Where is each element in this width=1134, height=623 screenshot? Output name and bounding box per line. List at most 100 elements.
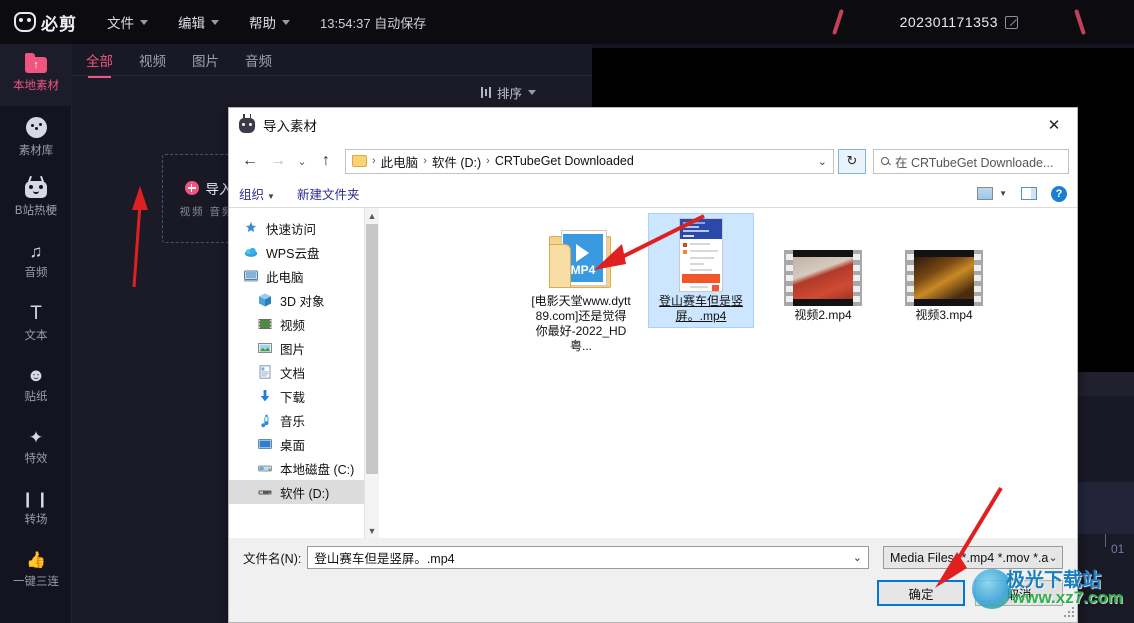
tree-item-documents[interactable]: 文档	[229, 360, 379, 384]
sidebar-item-local-media[interactable]: 本地素材	[0, 44, 72, 106]
file-thumbnail	[649, 214, 753, 292]
sidebar-item-text[interactable]: T 文本	[0, 292, 72, 354]
chevron-down-icon[interactable]: ⌄	[853, 551, 862, 564]
file-item[interactable]: 视频2.mp4	[771, 228, 875, 326]
new-folder-button[interactable]: 新建文件夹	[297, 184, 360, 203]
menu-file[interactable]: 文件	[107, 12, 148, 32]
menu-edit[interactable]: 编辑	[178, 12, 219, 32]
chevron-down-icon[interactable]: ⌄	[818, 155, 827, 168]
file-item[interactable]: MP4 [电影天堂www.dytt89.com]还是觉得你最好-2022_HD粤…	[529, 214, 633, 357]
view-layout-icon[interactable]	[977, 187, 994, 200]
file-item[interactable]: 视频3.mp4	[892, 228, 996, 326]
sort-button-label[interactable]: 排序	[497, 83, 522, 102]
file-thumbnail: MP4	[529, 214, 633, 292]
refresh-icon[interactable]: ↻	[838, 148, 866, 174]
tree-item-drive-d[interactable]: 软件 (D:)	[229, 480, 379, 504]
tree-item-label: 本地磁盘 (C:)	[280, 462, 355, 477]
tree-item-label: 快速访问	[266, 222, 317, 237]
tree-item-this-pc[interactable]: 此电脑	[229, 264, 379, 288]
media-tabs: 全部 视频 图片 音频	[72, 44, 592, 78]
chevron-down-icon[interactable]: ⌄	[1048, 551, 1057, 564]
chevron-down-icon[interactable]: ⌄	[293, 148, 311, 174]
file-list: MP4 [电影天堂www.dytt89.com]还是觉得你最好-2022_HD粤…	[379, 208, 1077, 538]
filename-input[interactable]: 登山赛车但是竖屏。.mp4 ⌄	[307, 546, 869, 569]
search-input[interactable]: 在 CRTubeGet Downloade...	[873, 148, 1069, 174]
breadcrumb-folder[interactable]: CRTubeGet Downloaded	[495, 154, 634, 168]
preview-pane-icon[interactable]	[1021, 187, 1037, 200]
breadcrumb-this-pc[interactable]: 此电脑	[381, 152, 419, 171]
breadcrumb-drive-d[interactable]: 软件 (D:)	[432, 152, 481, 171]
dialog-navbar: ← → ⌄ ↑ › 此电脑 › 软件 (D:) › CRTubeGet Down…	[229, 142, 1077, 180]
menu-file-label: 文件	[107, 16, 134, 31]
confirm-button[interactable]: 确定	[877, 580, 965, 606]
organize-button[interactable]: 组织 ▼	[239, 184, 275, 203]
brand-name: 必剪	[41, 14, 77, 34]
sidebar-item-audio[interactable]: ♫ 音频	[0, 230, 72, 292]
music-note-icon: ♫	[29, 241, 43, 261]
cancel-button[interactable]: 取消	[975, 580, 1063, 606]
tree-scrollbar[interactable]: ▲ ▼	[364, 208, 379, 538]
tree-item-3d-objects[interactable]: 3D 对象	[229, 288, 379, 312]
tab-audio[interactable]: 音频	[245, 50, 272, 70]
scroll-up-icon[interactable]: ▲	[365, 208, 379, 223]
sidebar-item-label: 素材库	[18, 144, 54, 157]
resize-grip-icon[interactable]	[1064, 607, 1074, 617]
sidebar-item-triple-action[interactable]: 👍 一键三连	[0, 540, 72, 602]
tree-item-local-disk-c[interactable]: 本地磁盘 (C:)	[229, 456, 379, 480]
timeline-time-label: 01	[1111, 542, 1125, 556]
tab-all[interactable]: 全部	[86, 50, 113, 78]
sidebar-item-label: 音频	[24, 266, 48, 279]
edit-icon[interactable]	[1005, 15, 1018, 29]
tab-video[interactable]: 视频	[139, 50, 166, 70]
sidebar-item-transitions[interactable]: ❙❙ 转场	[0, 478, 72, 540]
film-thumb-gold	[905, 250, 983, 306]
tree-item-label: 图片	[280, 342, 306, 357]
folder-icon	[352, 155, 367, 167]
scroll-down-icon[interactable]: ▼	[365, 523, 379, 538]
sidebar-item-label: 贴纸	[24, 391, 48, 403]
desktop-icon	[257, 436, 273, 452]
tab-image[interactable]: 图片	[192, 50, 219, 70]
tree-item-wps-cloud[interactable]: WPS云盘	[229, 240, 379, 264]
import-file-dialog: 导入素材 ✕ ← → ⌄ ↑ › 此电脑 › 软件 (D:) › CRTubeG…	[228, 107, 1078, 623]
tree-item-pictures[interactable]: 图片	[229, 336, 379, 360]
bilibili-tv-icon	[25, 175, 47, 198]
sidebar-item-label: B站热梗	[14, 204, 58, 217]
file-item[interactable]: 登山赛车但是竖屏。.mp4	[648, 213, 754, 328]
computer-icon	[243, 268, 259, 284]
file-name: [电影天堂www.dytt89.com]还是觉得你最好-2022_HD粤...	[531, 294, 631, 353]
tree-item-quick-access[interactable]: 快速访问	[229, 216, 379, 240]
address-bar[interactable]: › 此电脑 › 软件 (D:) › CRTubeGet Downloaded ⌄	[345, 148, 834, 174]
file-name: 视频3.mp4	[915, 308, 973, 322]
downloads-icon	[257, 388, 273, 404]
tree-item-videos[interactable]: 视频	[229, 312, 379, 336]
filename-label: 文件名(N):	[243, 552, 302, 566]
sidebar-item-stickers[interactable]: ☻ 贴纸	[0, 354, 72, 416]
menu-help[interactable]: 帮助	[249, 12, 290, 32]
arrow-up-icon[interactable]: ↑	[313, 148, 339, 174]
documents-folder-icon	[257, 364, 273, 380]
arrow-left-icon[interactable]: ←	[237, 148, 263, 174]
chevron-down-icon[interactable]: ▼	[999, 189, 1007, 198]
tree-item-music[interactable]: 音乐	[229, 408, 379, 432]
transition-icon: ❙❙	[21, 490, 51, 508]
thumbs-up-icon: 👍	[26, 552, 46, 569]
search-icon	[881, 157, 889, 165]
sidebar-item-media-library[interactable]: 素材库	[0, 106, 72, 168]
tree-item-desktop[interactable]: 桌面	[229, 432, 379, 456]
menu-help-label: 帮助	[249, 16, 276, 31]
close-icon[interactable]: ✕	[1031, 108, 1077, 142]
cube-icon	[257, 292, 273, 308]
help-icon[interactable]: ?	[1051, 185, 1067, 202]
chevron-down-icon	[528, 89, 536, 95]
plus-circle-icon	[184, 181, 199, 195]
sidebar-item-effects[interactable]: ✦ 特效	[0, 416, 72, 478]
scrollbar-thumb[interactable]	[366, 224, 378, 474]
arrow-right-icon[interactable]: →	[265, 148, 291, 174]
tree-item-downloads[interactable]: 下载	[229, 384, 379, 408]
breadcrumb-separator: ›	[423, 155, 427, 167]
filetype-select[interactable]: Media Files (*.mp4 *.mov *.a ⌄	[883, 546, 1063, 569]
bijian-logo-icon	[14, 12, 36, 32]
sidebar-item-bilibili-memes[interactable]: B站热梗	[0, 168, 72, 230]
chevron-down-icon: ▼	[267, 192, 275, 201]
